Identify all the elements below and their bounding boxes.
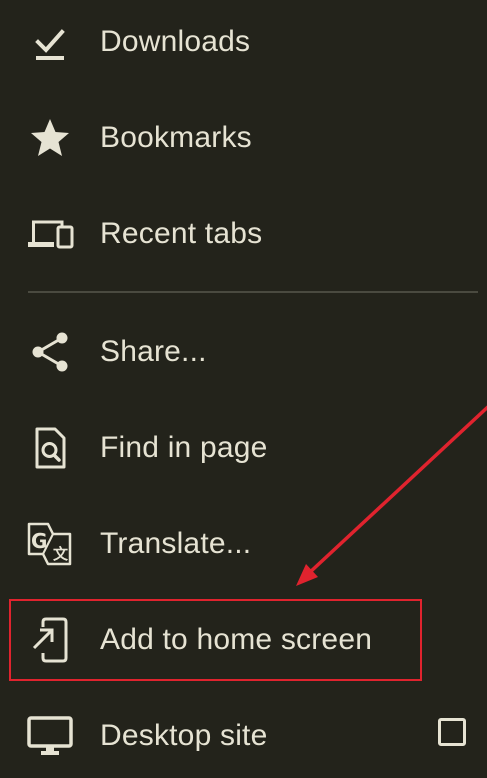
svg-text:G: G (31, 529, 47, 553)
desktop-icon (26, 712, 74, 760)
menu-item-label: Translate... (100, 527, 252, 560)
menu-item-label: Share... (100, 335, 207, 368)
menu-item-bookmarks[interactable]: Bookmarks (0, 90, 487, 186)
menu-item-downloads[interactable]: Downloads (0, 0, 487, 90)
svg-text:文: 文 (53, 545, 69, 563)
star-icon (26, 114, 74, 162)
browser-overflow-menu: Downloads Bookmarks Recent tabs Share...… (0, 0, 487, 778)
devices-icon (26, 210, 74, 258)
translate-icon: G 文 (26, 520, 74, 568)
annotation-highlight-box (9, 599, 422, 681)
download-done-icon (26, 18, 74, 66)
desktop-site-checkbox[interactable] (438, 718, 466, 746)
menu-item-share[interactable]: Share... (0, 304, 487, 400)
menu-item-label: Downloads (100, 25, 251, 58)
menu-item-label: Desktop site (100, 719, 268, 752)
menu-item-recent-tabs[interactable]: Recent tabs (0, 186, 487, 282)
menu-item-label: Recent tabs (100, 217, 263, 250)
menu-item-find-in-page[interactable]: Find in page (0, 400, 487, 496)
menu-item-label: Bookmarks (100, 121, 252, 154)
menu-item-desktop-site[interactable]: Desktop site (0, 688, 487, 778)
menu-item-translate[interactable]: G 文 Translate... (0, 496, 487, 592)
share-icon (26, 328, 74, 376)
find-in-page-icon (26, 424, 74, 472)
menu-item-label: Find in page (100, 431, 268, 464)
menu-divider (28, 291, 478, 293)
